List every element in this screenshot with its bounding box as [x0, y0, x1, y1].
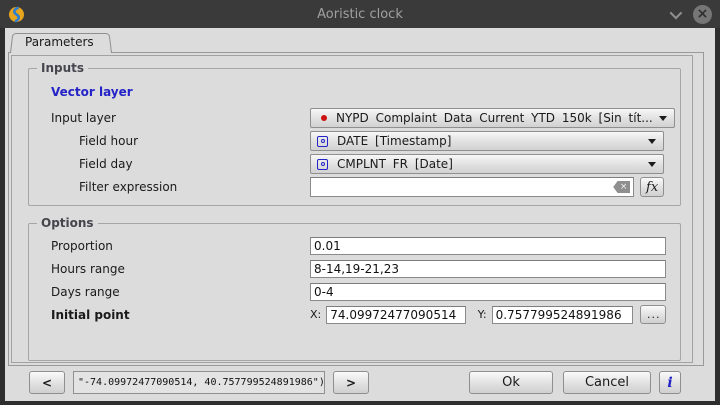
dropdown-arrow-icon — [648, 162, 656, 167]
field-hour-label: Field hour — [51, 134, 310, 148]
date-field-icon — [317, 159, 328, 170]
previous-button[interactable]: < — [29, 371, 65, 394]
input-layer-combobox[interactable]: NYPD Complaint Data Current YTD 150k [Si… — [310, 108, 675, 128]
inputs-group-title: Inputs — [37, 61, 88, 75]
window-title: Aoristic clock — [0, 7, 720, 22]
options-groupbox: Options Proportion Hours range Days rang… — [28, 223, 681, 361]
days-range-label: Days range — [51, 285, 310, 299]
field-day-label: Field day — [51, 157, 310, 171]
datetime-field-icon — [317, 136, 328, 147]
filter-expression-row: Filter expression × fx — [51, 177, 664, 197]
titlebar[interactable]: Aoristic clock × — [0, 0, 720, 28]
ok-button[interactable]: Ok — [469, 371, 553, 394]
dropdown-arrow-icon — [659, 116, 667, 121]
field-hour-row: Field hour DATE [Timestamp] — [51, 131, 664, 151]
hours-range-label: Hours range — [51, 262, 310, 276]
y-coordinate-input[interactable] — [492, 306, 633, 324]
filter-expression-label: Filter expression — [51, 180, 310, 194]
days-range-row: Days range — [51, 282, 666, 301]
x-coordinate-label: X: — [310, 308, 321, 321]
options-group-title: Options — [37, 216, 98, 230]
app-icon — [8, 6, 25, 23]
button-bar: < "-74.09972477090514, 40.75779952489198… — [5, 366, 715, 401]
tab-bar: Parameters — [10, 32, 112, 53]
input-layer-value: NYPD Complaint Data Current YTD 150k [Si… — [336, 111, 653, 125]
proportion-label: Proportion — [51, 239, 310, 253]
info-button[interactable]: i — [659, 371, 681, 394]
proportion-row: Proportion — [51, 236, 666, 255]
vector-layer-heading: Vector layer — [51, 85, 664, 100]
parameters-scroll-area: Inputs Vector layer Input layer NYPD Com… — [11, 55, 693, 363]
tab-label: Parameters — [25, 35, 94, 49]
parameters-pane: Inputs Vector layer Input layer NYPD Com… — [8, 52, 704, 366]
coordinates-log-field[interactable]: "-74.09972477090514, 40.757799524891986"… — [73, 371, 325, 394]
aoristic-clock-dialog: Aoristic clock × Parameters Inputs Vecto… — [0, 0, 720, 405]
inputs-groupbox: Inputs Vector layer Input layer NYPD Com… — [28, 68, 681, 206]
field-hour-combobox[interactable]: DATE [Timestamp] — [310, 131, 664, 151]
next-button[interactable]: > — [333, 371, 369, 394]
input-layer-row: Input layer NYPD Complaint Data Current … — [51, 108, 664, 128]
y-coordinate-label: Y: — [478, 308, 487, 321]
hours-range-row: Hours range — [51, 259, 666, 278]
field-day-combobox[interactable]: CMPLNT FR [Date] — [310, 154, 664, 174]
hours-range-input[interactable] — [310, 260, 666, 278]
field-day-value: CMPLNT FR [Date] — [337, 157, 642, 171]
close-icon[interactable]: × — [693, 5, 712, 24]
filter-expression-input[interactable] — [310, 177, 634, 197]
tab-parameters[interactable]: Parameters — [10, 32, 112, 53]
days-range-input[interactable] — [310, 283, 666, 301]
input-layer-label: Input layer — [51, 111, 310, 125]
point-layer-icon — [321, 115, 327, 121]
field-day-row: Field day CMPLNT FR [Date] — [51, 154, 664, 174]
x-coordinate-input[interactable] — [326, 306, 465, 324]
expression-builder-button[interactable]: fx — [640, 177, 664, 197]
initial-point-label: Initial point — [51, 308, 310, 322]
cancel-button[interactable]: Cancel — [563, 371, 651, 394]
dialog-body: Parameters Inputs Vector layer Input lay… — [5, 28, 715, 401]
proportion-input[interactable] — [310, 237, 666, 255]
chevron-down-icon[interactable] — [670, 6, 683, 19]
initial-point-row: Initial point X: Y: ... — [51, 305, 666, 324]
pick-point-button[interactable]: ... — [640, 305, 666, 324]
dropdown-arrow-icon — [648, 139, 656, 144]
field-hour-value: DATE [Timestamp] — [337, 134, 642, 148]
